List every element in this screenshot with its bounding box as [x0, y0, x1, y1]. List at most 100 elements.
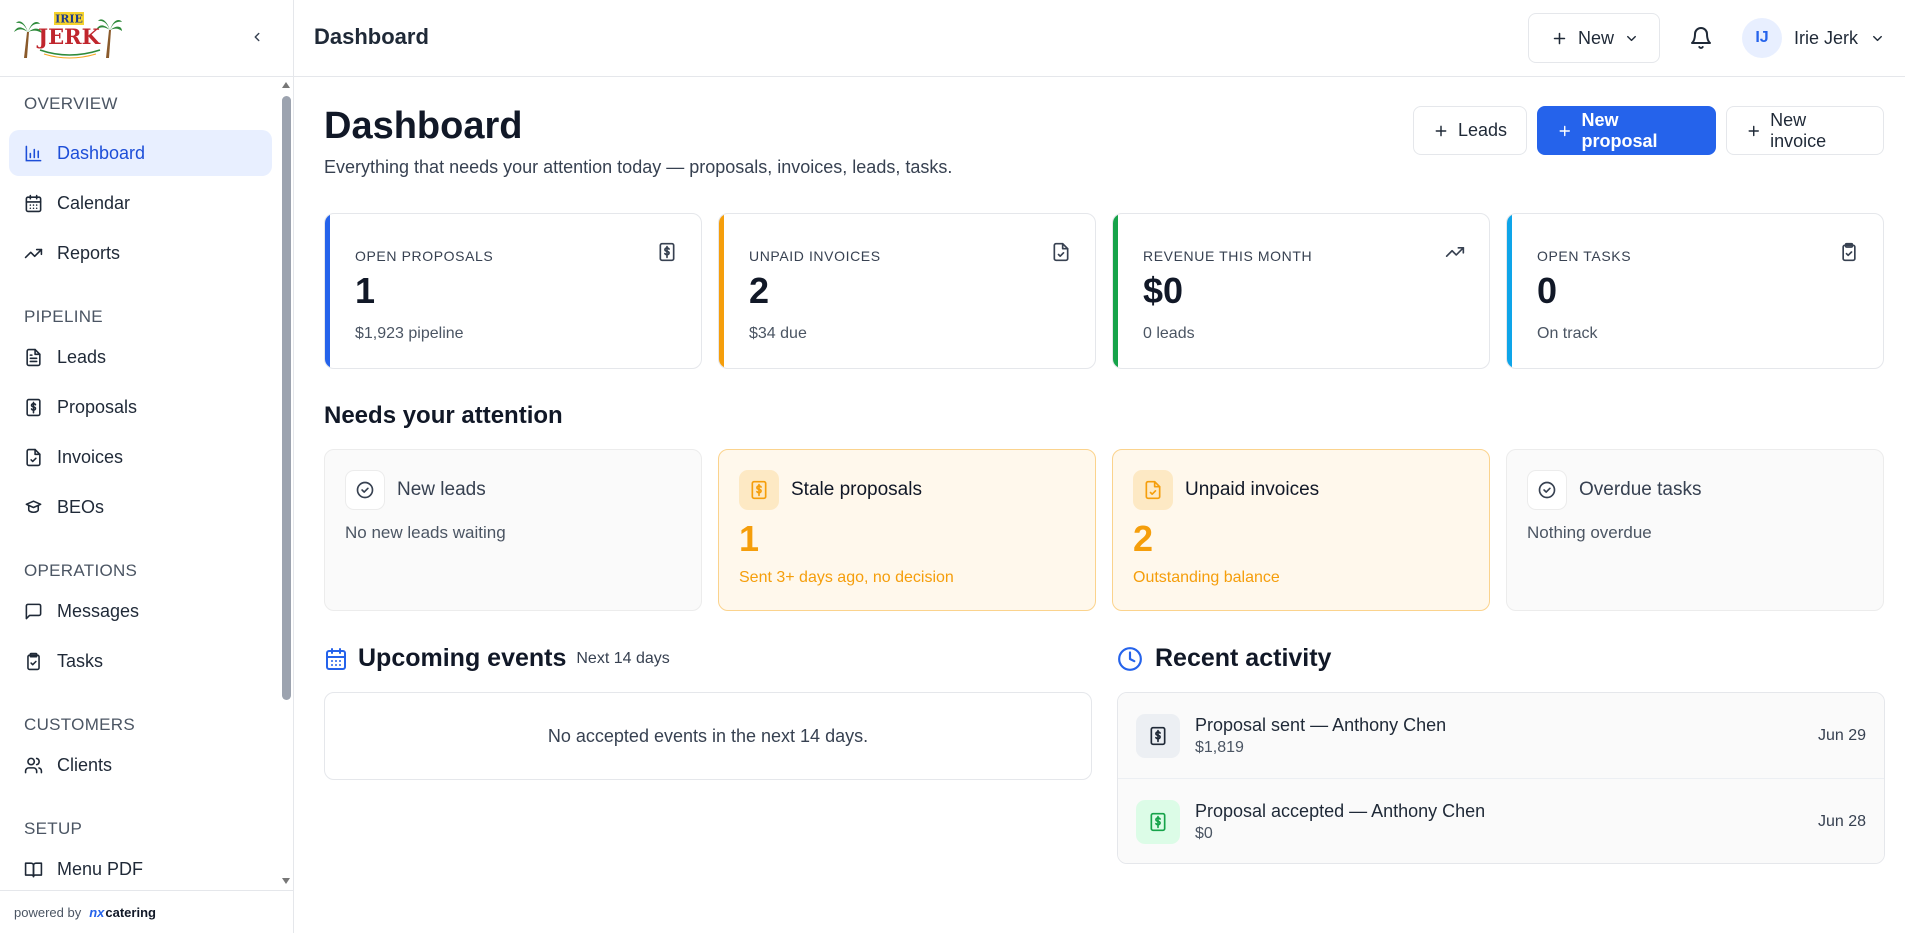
plus-icon: [1435, 125, 1447, 136]
calendar-icon: [25, 194, 42, 212]
chevron-left-icon: [254, 32, 260, 42]
activity-date: Jun 28: [1817, 813, 1866, 830]
sidebar-item-menu-pdf[interactable]: Menu PDF: [9, 846, 272, 890]
message-icon: [25, 603, 42, 619]
check-circle-icon: [356, 481, 374, 499]
user-name: Irie Jerk: [1794, 27, 1859, 48]
sidebar-item-clients[interactable]: Clients: [9, 742, 272, 788]
new-button-label: New: [1578, 27, 1615, 48]
sidebar-footer: powered by nx catering: [0, 890, 293, 933]
sidebar-item-reports[interactable]: Reports: [9, 230, 272, 276]
stat-card-revenue[interactable]: REVENUE THIS MONTH $0 0 leads: [1112, 213, 1490, 369]
attention-icon-wrap: [739, 470, 779, 510]
nav-section-setup: SETUP: [24, 818, 83, 838]
chevron-down-icon: [1627, 35, 1636, 41]
activity-amount: $1,819: [1195, 738, 1244, 756]
new-invoice-button[interactable]: New invoice: [1725, 106, 1884, 155]
recent-activity-list: Proposal sent — Anthony Chen $1,819 Jun …: [1117, 692, 1885, 864]
stat-card-open-proposals[interactable]: OPEN PROPOSALS 1 $1,923 pipeline: [324, 213, 702, 369]
sidebar-nav[interactable]: OVERVIEW Dashboard Calendar Reports PIPE…: [0, 78, 293, 890]
attention-count: 1: [739, 518, 760, 559]
attention-card-new-leads[interactable]: New leads No new leads waiting: [324, 449, 702, 611]
activity-title: Proposal sent — Anthony Chen: [1195, 714, 1447, 735]
platform-logo[interactable]: nx catering: [89, 905, 156, 920]
stat-card-unpaid-invoices[interactable]: UNPAID INVOICES 2 $34 due: [718, 213, 1096, 369]
sidebar-item-beos[interactable]: BEOs: [9, 484, 272, 530]
attention-empty-text: Nothing overdue: [1527, 523, 1652, 542]
page-subtitle: Everything that needs your attention tod…: [324, 157, 953, 177]
clipboard-check-icon: [27, 652, 40, 670]
activity-row[interactable]: Proposal sent — Anthony Chen $1,819 Jun …: [1118, 693, 1884, 779]
sidebar-item-label: Reports: [57, 242, 121, 263]
attention-sub: Outstanding balance: [1133, 569, 1280, 586]
sidebar-item-messages[interactable]: Messages: [9, 588, 272, 634]
plus-icon: [1559, 125, 1571, 136]
scroll-up-arrow[interactable]: [282, 82, 290, 88]
new-proposal-button[interactable]: New proposal: [1537, 106, 1716, 155]
dollar-doc-icon: [26, 398, 41, 416]
bar-chart-icon: [25, 145, 42, 161]
calendar-icon: [326, 647, 346, 670]
sidebar-item-label: Menu PDF: [57, 858, 144, 879]
attention-card-overdue-tasks[interactable]: Overdue tasks Nothing overdue: [1506, 449, 1884, 611]
sidebar-item-label: Calendar: [57, 192, 131, 213]
stat-value: 0: [1537, 270, 1558, 311]
sidebar-item-tasks[interactable]: Tasks: [9, 638, 272, 684]
attention-sub: Sent 3+ days ago, no decision: [739, 569, 954, 586]
attention-card-title: Overdue tasks: [1579, 479, 1702, 500]
attention-card-title: Unpaid invoices: [1185, 479, 1320, 500]
stat-card-open-tasks[interactable]: OPEN TASKS 0 On track: [1506, 213, 1884, 369]
chevron-down-icon: [1873, 35, 1882, 41]
stat-sub: $1,923 pipeline: [355, 325, 464, 342]
svg-text:JERK: JERK: [36, 24, 100, 49]
nav-section-customers: CUSTOMERS: [24, 714, 136, 734]
check-circle-icon: [1538, 481, 1556, 499]
powered-by-text: powered by: [14, 904, 82, 920]
collapse-sidebar-button[interactable]: [246, 26, 268, 48]
activity-title: Proposal accepted — Anthony Chen: [1195, 801, 1486, 821]
page-title: Dashboard: [324, 105, 523, 147]
nav-section-operations: OPERATIONS: [24, 560, 138, 580]
attention-card-unpaid-invoices[interactable]: Unpaid invoices 2 Outstanding balance: [1112, 449, 1490, 611]
dollar-doc-icon: [659, 242, 675, 262]
scroll-thumb[interactable]: [282, 96, 291, 700]
sidebar-item-label: Invoices: [57, 446, 124, 467]
users-icon: [24, 757, 43, 773]
activity-text: Proposal sent — Anthony Chen $1,819: [1195, 715, 1803, 757]
dollar-doc-icon: [751, 480, 767, 500]
attention-cards: New leads No new leads waiting Stale pro…: [324, 449, 1884, 611]
new-proposal-label: New proposal: [1581, 109, 1658, 151]
attention-icon-wrap: [345, 470, 385, 510]
sidebar-item-label: Proposals: [57, 396, 138, 417]
new-dropdown-button[interactable]: New: [1528, 13, 1660, 63]
attention-card-stale-proposals[interactable]: Stale proposals 1 Sent 3+ days ago, no d…: [718, 449, 1096, 611]
sidebar-header: IRIE JERK: [0, 0, 293, 77]
stat-value: $0: [1143, 270, 1184, 311]
activity-icon-wrap: [1136, 713, 1180, 758]
file-check-icon: [1145, 480, 1161, 500]
attention-icon-wrap: [1133, 470, 1173, 510]
sidebar-item-leads[interactable]: Leads: [9, 334, 272, 380]
book-icon: [24, 861, 43, 877]
scroll-down-arrow[interactable]: [282, 878, 290, 884]
file-check-icon: [1053, 242, 1069, 262]
notifications-button[interactable]: [1685, 22, 1717, 54]
topbar: Dashboard New IJ Irie Jerk: [294, 0, 1905, 77]
sidebar-item-calendar[interactable]: Calendar: [9, 180, 272, 226]
add-lead-button[interactable]: Leads: [1413, 106, 1528, 155]
sidebar-scrollbar[interactable]: [280, 78, 293, 890]
upcoming-range: Next 14 days: [576, 649, 670, 667]
stat-label: OPEN PROPOSALS: [355, 248, 494, 264]
activity-row[interactable]: Proposal accepted — Anthony Chen $0 Jun …: [1118, 779, 1884, 863]
sidebar-item-dashboard[interactable]: Dashboard: [9, 130, 272, 176]
sidebar: IRIE JERK OVERVIEW Dashboard Calendar Re…: [0, 0, 294, 933]
brand-logo[interactable]: IRIE JERK: [14, 10, 122, 60]
sidebar-item-invoices[interactable]: Invoices: [9, 434, 272, 480]
stat-label: OPEN TASKS: [1537, 248, 1632, 264]
sidebar-item-proposals[interactable]: Proposals: [9, 384, 272, 430]
trending-up-icon: [24, 248, 43, 258]
activity-date: Jun 29: [1817, 726, 1866, 744]
user-menu[interactable]: IJ Irie Jerk: [1742, 16, 1885, 60]
sidebar-item-label: BEOs: [57, 496, 105, 517]
trending-up-icon: [1445, 247, 1465, 257]
